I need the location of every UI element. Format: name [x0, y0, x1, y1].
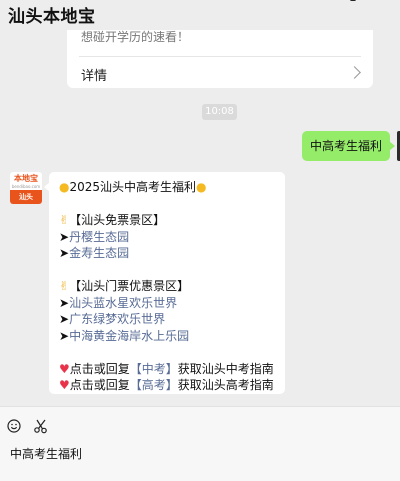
list-item: ➤金寿生态园 — [59, 245, 285, 262]
gaokao-keyword-link[interactable]: 【高考】 — [130, 378, 178, 392]
sun-icon: ● — [196, 180, 207, 194]
message-input[interactable]: 中高考生福利 — [10, 445, 82, 462]
chevron-right-icon — [348, 66, 361, 79]
free-attraction-link[interactable]: 金寿生态园 — [69, 246, 129, 260]
zhongkao-guide-line: ♥点击或回复【中考】获取汕头中考指南 — [59, 361, 285, 378]
list-item: ➤汕头蓝水星欢乐世界 — [59, 295, 285, 312]
emoji-icon[interactable] — [7, 419, 21, 433]
zhongkao-guide-text: 获取汕头中考指南 — [177, 361, 274, 376]
free-attraction-link[interactable]: 丹樱生态园 — [69, 230, 129, 244]
zhongkao-keyword-link[interactable]: 【中考】 — [130, 362, 178, 376]
heart-icon: ♥ — [59, 378, 70, 392]
scissors-icon[interactable] — [33, 418, 49, 434]
avatar-url-text: bendibao.com — [11, 184, 41, 189]
discount-attraction-link[interactable]: 中海黄金海岸水上乐园 — [69, 329, 189, 343]
card-divider — [79, 56, 361, 57]
previous-article-card[interactable]: 想碰开学历的速看！ 详情 — [67, 22, 373, 88]
detail-link[interactable]: 详情 — [81, 65, 107, 84]
free-section-heading: ✌【汕头免票景区】 — [59, 212, 285, 229]
arrow-right-icon: ➤ — [59, 328, 70, 343]
list-item: ➤中海黄金海岸水上乐园 — [59, 328, 285, 345]
chat-input-area: 中高考生福利 — [0, 406, 400, 481]
gaokao-guide-line: ♥点击或回复【高考】获取汕头高考指南 — [59, 377, 285, 394]
discount-attraction-link[interactable]: 广东绿梦欢乐世界 — [69, 312, 165, 326]
chat-title: 汕头本地宝 — [8, 7, 96, 27]
message-title-line: ●2025汕头中高考生福利● — [59, 179, 285, 196]
previous-article-snippet: 想碰开学历的速看！ — [81, 30, 190, 44]
sun-icon: ● — [59, 180, 70, 194]
chat-header: 汕头本地宝 — [0, 0, 400, 30]
victory-hand-icon: ✌ — [59, 213, 70, 227]
discount-attraction-link[interactable]: 汕头蓝水星欢乐世界 — [69, 296, 177, 310]
heart-icon: ♥ — [59, 361, 70, 376]
discount-section-label: 【汕头门票优惠景区】 — [69, 279, 190, 293]
arrow-right-icon: ➤ — [59, 312, 70, 326]
victory-hand-icon: ✌ — [59, 279, 70, 293]
avatar-city-text: 汕头 — [10, 190, 42, 204]
free-section-label: 【汕头免票景区】 — [69, 213, 166, 227]
outgoing-message-bubble[interactable]: 中高考生福利 — [302, 131, 395, 161]
arrow-right-icon: ➤ — [59, 246, 70, 260]
more-menu-icon[interactable] — [350, 0, 356, 1]
discount-section-heading: ✌【汕头门票优惠景区】 — [59, 278, 285, 295]
arrow-right-icon: ➤ — [59, 229, 70, 244]
incoming-message-bubble: ●2025汕头中高考生福利● ✌【汕头免票景区】 ➤丹樱生态园 ➤金寿生态园 ✌… — [44, 172, 285, 394]
bot-avatar[interactable]: 本地宝 bendibao.com 汕头 — [10, 172, 42, 204]
reply-prefix: 点击或回复 — [69, 378, 130, 392]
message-title: 2025汕头中高考生福利 — [69, 180, 197, 194]
list-item: ➤广东绿梦欢乐世界 — [59, 311, 285, 328]
message-timestamp: 10:08 — [202, 104, 237, 120]
gaokao-guide-text: 获取汕头高考指南 — [177, 378, 274, 392]
list-item: ➤丹樱生态园 — [59, 229, 285, 246]
reply-prefix: 点击或回复 — [69, 361, 130, 376]
arrow-right-icon: ➤ — [59, 295, 70, 310]
